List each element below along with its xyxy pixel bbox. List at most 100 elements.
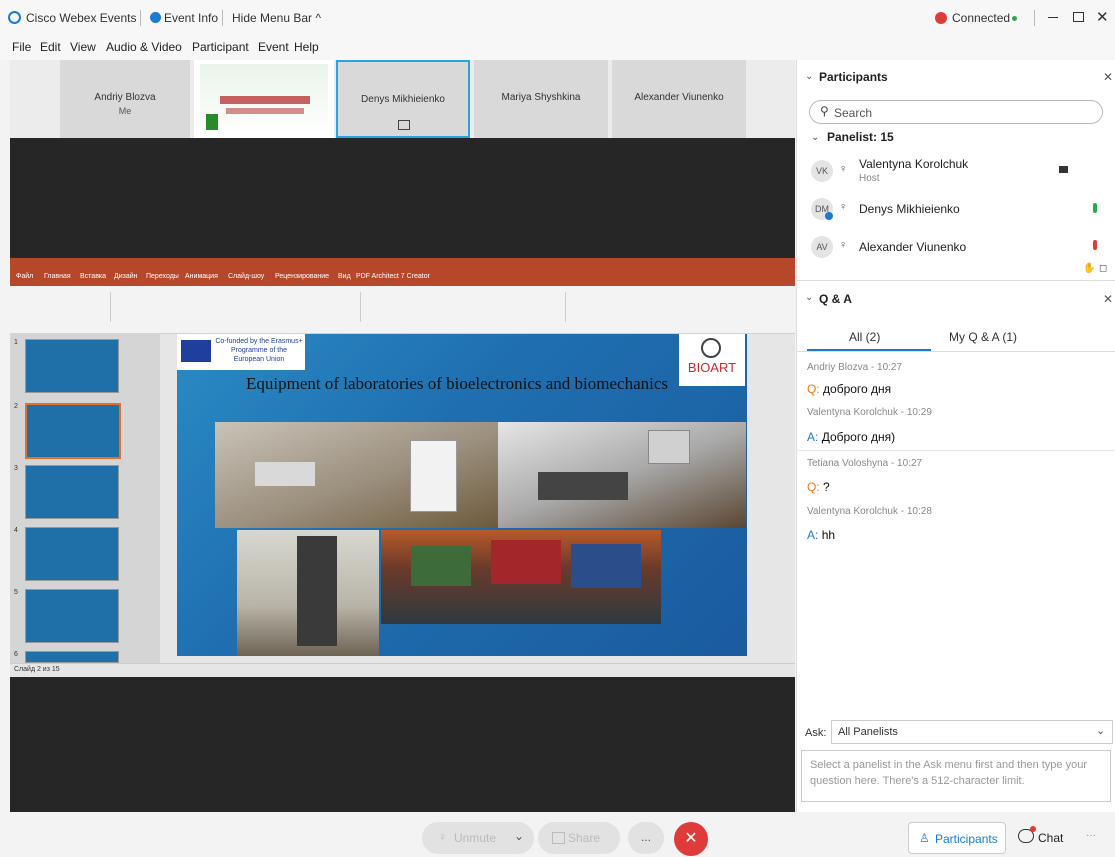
hide-menu-bar-button[interactable]: Hide Menu Bar ^ — [232, 11, 321, 25]
reaction-icon[interactable]: ◻ — [1099, 263, 1107, 274]
qa-text: Доброго дня) — [821, 430, 896, 444]
more-options-button[interactable]: ... — [628, 822, 664, 854]
close-icon: ✕ — [684, 830, 698, 847]
ppt-status-bar: Слайд 2 из 15 — [10, 663, 795, 677]
menu-edit[interactable]: Edit — [40, 40, 61, 54]
lab-photo-3 — [237, 530, 379, 656]
tile-name: Denys Mikhieienko — [361, 94, 445, 105]
slide-number: 3 — [14, 465, 18, 472]
slide-thumbnail-selected[interactable] — [25, 403, 121, 459]
erasmus-badge-text: Co-funded by the Erasmus+ Programme of t… — [215, 338, 303, 363]
chat-button[interactable]: Chat — [1012, 822, 1074, 854]
ppt-tab: Вставка — [80, 273, 107, 280]
slide-title: Equipment of laboratories of bioelectron… — [245, 374, 669, 393]
menu-file[interactable]: File — [12, 40, 31, 54]
bioart-logo-text: BIOART — [687, 360, 737, 375]
connected-status[interactable]: Connected — [952, 11, 1010, 25]
video-tile-shared-slide[interactable] — [194, 60, 334, 138]
divider — [797, 351, 1115, 352]
ask-select[interactable]: All Panelists ⌄ — [831, 720, 1113, 744]
minimize-icon[interactable] — [1048, 17, 1058, 18]
share-label: Share — [568, 831, 601, 845]
erasmus-badge: Co-funded by the Erasmus+ Programme of t… — [177, 334, 305, 370]
slide-thumbnail[interactable] — [25, 465, 119, 519]
connected-status-icon — [935, 12, 947, 24]
camera-icon — [1059, 166, 1068, 173]
app-title: Cisco Webex Events — [26, 11, 137, 25]
question-input[interactable]: Select a panelist in the Ask menu first … — [801, 750, 1111, 802]
participants-header: Participants — [819, 70, 888, 84]
panelist-group-label[interactable]: Panelist: 15 — [827, 130, 894, 144]
unmute-button[interactable]: ♀ Unmute ⌄ — [422, 822, 534, 854]
menu-view[interactable]: View — [70, 40, 96, 54]
mic-active-icon — [1093, 203, 1097, 213]
eu-flag-icon — [181, 340, 211, 362]
notification-dot-icon — [1030, 826, 1036, 832]
ask-label: Ask: — [805, 727, 827, 739]
lab-photo-2 — [498, 422, 746, 528]
video-thumbnail-strip: Andriy Blozva Me Denys Mikhieienko Mariy… — [10, 60, 795, 138]
chevron-down-icon[interactable]: ⌄ — [805, 292, 813, 303]
menu-help[interactable]: Help — [294, 40, 319, 54]
chevron-down-icon[interactable]: ⌄ — [811, 132, 819, 143]
tab-all[interactable]: All (2) — [849, 330, 880, 344]
ppt-title-bar — [10, 258, 795, 272]
qa-text: hh — [821, 528, 836, 542]
head-icon — [701, 338, 721, 358]
ppt-ribbon — [10, 286, 795, 334]
search-placeholder: Search — [834, 106, 873, 120]
slide-number: 5 — [14, 589, 18, 596]
qa-prefix: A: — [807, 430, 819, 444]
participant-name[interactable]: Denys Mikhieienko — [859, 202, 960, 216]
share-icon — [398, 120, 410, 130]
participant-name[interactable]: Alexander Viunenko — [859, 240, 966, 254]
close-participants-icon[interactable]: ✕ — [1103, 70, 1113, 84]
slide-thumbnail[interactable] — [25, 527, 119, 581]
share-screen-icon — [552, 832, 565, 844]
tile-sub: Me — [118, 106, 132, 116]
share-button[interactable]: Share — [538, 822, 620, 854]
video-tile-denys[interactable]: Denys Mikhieienko — [336, 60, 470, 138]
close-window-icon[interactable]: ✕ — [1096, 8, 1109, 26]
slide-thumbnail[interactable] — [25, 651, 119, 663]
video-tile-mariya[interactable]: Mariya Shyshkina — [474, 60, 608, 138]
ppt-tab: Анимация — [185, 273, 218, 280]
event-info-button[interactable]: Event Info — [164, 11, 218, 25]
restore-icon[interactable] — [1073, 12, 1084, 22]
close-qa-icon[interactable]: ✕ — [1103, 292, 1113, 306]
qa-question: Q: доброго дня — [807, 382, 891, 396]
bioart-logo: BIOART — [679, 334, 745, 386]
mini-slide-image — [200, 64, 328, 134]
chevron-down-icon[interactable]: ⌄ — [514, 829, 524, 843]
search-icon: ⚲ — [820, 104, 829, 118]
qa-prefix: Q: — [807, 382, 820, 396]
slide-thumbnail[interactable] — [25, 589, 119, 643]
chevron-down-icon[interactable]: ⌄ — [805, 71, 813, 82]
qa-text: ? — [823, 480, 830, 494]
menu-audio-video[interactable]: Audio & Video — [106, 40, 182, 54]
participant-name[interactable]: Valentyna Korolchuk — [859, 157, 968, 171]
divider — [797, 450, 1115, 451]
qa-header: Q & A — [819, 292, 852, 306]
menu-participant[interactable]: Participant — [192, 40, 249, 54]
avatar: AV — [811, 236, 833, 258]
leave-button[interactable]: ✕ — [674, 822, 708, 856]
tile-name: Alexander Viunenko — [634, 92, 724, 103]
lab-photo-1 — [215, 422, 498, 528]
raise-hand-icon[interactable]: ✋ — [1083, 263, 1095, 274]
ppt-tab: Переходы — [146, 273, 179, 280]
slide-thumbnail[interactable] — [25, 339, 119, 393]
mic-icon: ♀ — [839, 201, 848, 213]
divider — [1034, 10, 1035, 26]
info-icon — [150, 12, 161, 23]
participants-button[interactable]: ♙ Participants — [908, 822, 1006, 854]
video-tile-alexander[interactable]: Alexander Viunenko — [612, 60, 746, 138]
divider — [222, 10, 223, 26]
video-tile-andriy[interactable]: Andriy Blozva Me — [60, 60, 190, 138]
webex-logo-icon — [8, 11, 21, 24]
divider — [797, 280, 1115, 281]
menu-event[interactable]: Event — [258, 40, 289, 54]
search-input[interactable]: ⚲ Search — [809, 100, 1103, 124]
more-panels-icon[interactable]: ··· — [1086, 830, 1096, 841]
tab-my-qa[interactable]: My Q & A (1) — [949, 330, 1017, 344]
